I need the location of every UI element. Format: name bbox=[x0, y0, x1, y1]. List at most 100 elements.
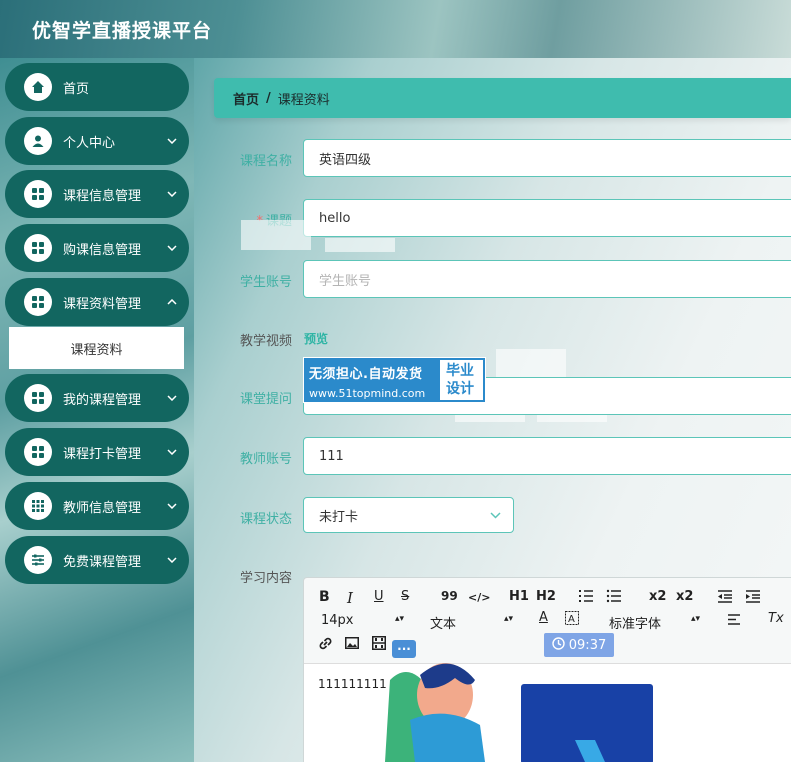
chevron-down-icon bbox=[167, 138, 177, 144]
dots-grid-icon bbox=[24, 492, 52, 520]
app-title: 优智学直播授课平台 bbox=[32, 20, 213, 42]
updown-arrow-icon: ▴▾ bbox=[395, 614, 405, 624]
course-status-value: 未打卡 bbox=[319, 509, 359, 525]
sidebar-item-label: 教师信息管理 bbox=[63, 500, 142, 516]
sidebar-item-profile[interactable]: 个人中心 bbox=[5, 117, 189, 165]
ghost-overlay bbox=[496, 349, 566, 377]
teaching-video-label: 教学视频 bbox=[239, 334, 292, 349]
link-icon[interactable] bbox=[318, 637, 333, 654]
more-options-button[interactable]: ··· bbox=[392, 640, 416, 658]
ghost-overlay bbox=[325, 238, 395, 252]
sidebar-item-checkin[interactable]: 课程打卡管理 bbox=[5, 428, 189, 476]
grid-icon bbox=[24, 384, 52, 412]
sidebar-item-label: 我的课程管理 bbox=[63, 392, 142, 408]
sidebar-item-label: 课程信息管理 bbox=[63, 188, 142, 204]
editor-content-text: 111111111 bbox=[318, 677, 387, 691]
sidebar-item-label: 购课信息管理 bbox=[63, 242, 142, 258]
breadcrumb-home[interactable]: 首页 bbox=[233, 89, 259, 108]
outdent-icon[interactable] bbox=[717, 590, 733, 607]
subscript-button[interactable]: x2 bbox=[649, 589, 666, 604]
teacher-account-field[interactable]: 111 bbox=[303, 437, 791, 475]
chevron-down-icon bbox=[490, 511, 501, 519]
chevron-down-icon bbox=[167, 557, 177, 563]
font-family-select[interactable]: 标准字体 bbox=[609, 613, 661, 632]
teacher-account-label: 教师账号 bbox=[239, 452, 292, 467]
chevron-down-icon bbox=[167, 395, 177, 401]
text-type-select[interactable]: 文本 bbox=[430, 613, 456, 632]
chevron-down-icon bbox=[167, 191, 177, 197]
study-content-label: 学习内容 bbox=[239, 571, 292, 586]
clear-format-button[interactable]: Tx bbox=[768, 611, 784, 626]
svg-text:A: A bbox=[568, 614, 575, 625]
sidebar-subitem-course-material[interactable]: 课程资料 bbox=[9, 327, 184, 369]
sidebar-item-free-course[interactable]: 免费课程管理 bbox=[5, 536, 189, 584]
timer-value: 09:37 bbox=[568, 637, 607, 653]
sidebar-item-home[interactable]: 首页 bbox=[5, 63, 189, 111]
home-icon bbox=[24, 73, 52, 101]
h1-button[interactable]: H1 bbox=[509, 589, 529, 604]
superscript-button[interactable]: x2 bbox=[676, 589, 693, 604]
sidebar-item-label: 首页 bbox=[63, 81, 90, 97]
code-button[interactable]: </> bbox=[468, 591, 490, 604]
video-preview-link[interactable]: 预览 bbox=[304, 330, 328, 347]
indent-icon[interactable] bbox=[745, 590, 761, 607]
watermark-right: 毕业 设计 bbox=[440, 360, 483, 400]
course-status-select[interactable]: 未打卡 bbox=[303, 497, 514, 533]
h2-button[interactable]: H2 bbox=[536, 589, 556, 604]
sidebar-item-course-material[interactable]: 课程资料管理 bbox=[5, 278, 189, 326]
grid-icon bbox=[24, 180, 52, 208]
sidebar-item-purchase-info[interactable]: 购课信息管理 bbox=[5, 224, 189, 272]
font-size-select[interactable]: 14px bbox=[321, 613, 354, 628]
course-name-field[interactable]: 英语四级 bbox=[303, 139, 791, 177]
sidebar-item-label: 课程打卡管理 bbox=[63, 446, 142, 462]
quote-button[interactable]: 99 bbox=[441, 589, 458, 603]
student-account-field[interactable]: 学生账号 bbox=[303, 260, 791, 298]
underline-button[interactable]: U bbox=[374, 589, 384, 604]
sidebar-item-course-info[interactable]: 课程信息管理 bbox=[5, 170, 189, 218]
ghost-overlay bbox=[241, 220, 311, 250]
chevron-down-icon bbox=[167, 503, 177, 509]
breadcrumb-separator: / bbox=[266, 90, 271, 106]
strike-button[interactable]: S bbox=[401, 589, 409, 604]
font-color-button[interactable]: A bbox=[539, 610, 548, 625]
student-account-label: 学生账号 bbox=[239, 275, 292, 290]
chevron-up-icon bbox=[167, 299, 177, 305]
watermark-right1: 毕业 bbox=[446, 363, 474, 379]
course-name-label: 课程名称 bbox=[239, 154, 292, 169]
app-header: 优智学直播授课平台 bbox=[0, 0, 791, 58]
timer-badge: 09:37 bbox=[544, 633, 614, 657]
course-status-label: 课程状态 bbox=[239, 512, 292, 527]
video-icon[interactable] bbox=[372, 636, 386, 654]
sidebar-item-teacher-info[interactable]: 教师信息管理 bbox=[5, 482, 189, 530]
watermark-left: 无须担心.自动发货 www.51topmind.com bbox=[304, 358, 440, 402]
watermark-line1: 无须担心.自动发货 bbox=[309, 367, 423, 382]
watermark-line2: www.51topmind.com bbox=[309, 387, 426, 400]
clock-icon bbox=[552, 636, 565, 654]
grid-icon bbox=[24, 234, 52, 262]
background-color-icon[interactable]: A bbox=[565, 611, 579, 629]
sidebar-item-label: 课程资料管理 bbox=[63, 296, 142, 312]
sidebar-item-my-course[interactable]: 我的课程管理 bbox=[5, 374, 189, 422]
chevron-down-icon bbox=[167, 245, 177, 251]
bold-button[interactable]: B bbox=[319, 589, 330, 605]
illustration-image bbox=[385, 663, 653, 762]
topic-field[interactable]: hello bbox=[303, 199, 791, 237]
sidebar-item-label: 免费课程管理 bbox=[63, 554, 142, 570]
image-icon[interactable] bbox=[345, 637, 359, 653]
sidebar-item-label: 个人中心 bbox=[63, 135, 116, 151]
bullet-list-icon[interactable] bbox=[606, 589, 622, 607]
updown-arrow-icon: ▴▾ bbox=[504, 614, 514, 624]
chevron-down-icon bbox=[167, 449, 177, 455]
align-icon[interactable] bbox=[727, 613, 741, 630]
grid-icon bbox=[24, 438, 52, 466]
watermark-banner: 无须担心.自动发货 www.51topmind.com 毕业 设计 bbox=[303, 357, 486, 403]
updown-arrow-icon: ▴▾ bbox=[691, 614, 701, 624]
breadcrumb-current: 课程资料 bbox=[277, 92, 330, 108]
grid-icon bbox=[24, 288, 52, 316]
watermark-right2: 设计 bbox=[446, 381, 474, 397]
italic-button[interactable]: I bbox=[347, 589, 353, 607]
sliders-icon bbox=[24, 546, 52, 574]
user-icon bbox=[24, 127, 52, 155]
class-question-label: 课堂提问 bbox=[239, 392, 292, 407]
ordered-list-icon[interactable] bbox=[578, 589, 594, 607]
